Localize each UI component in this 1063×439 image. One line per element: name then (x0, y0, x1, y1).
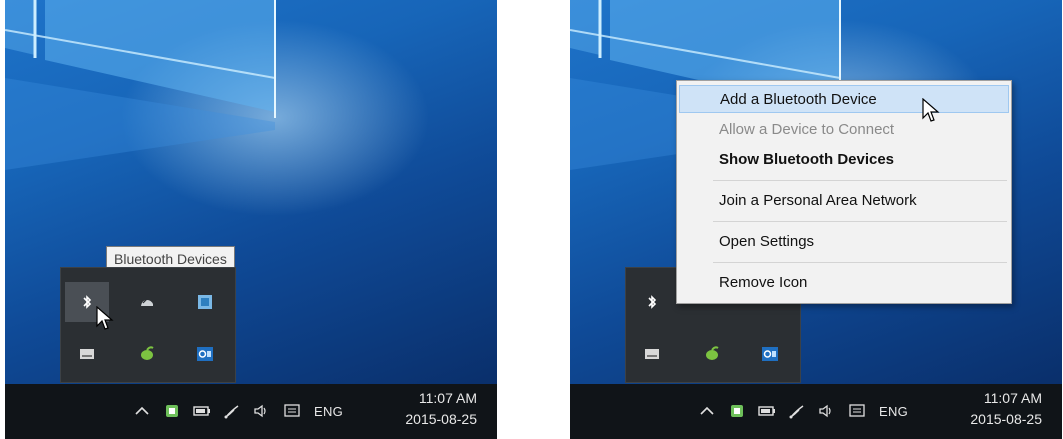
menu-item-join-personal-area-network[interactable]: Join a Personal Area Network (679, 187, 1009, 215)
menu-item-allow-device-to-connect: Allow a Device to Connect (719, 121, 895, 138)
volume-button[interactable] (250, 399, 274, 423)
tray-drive-button[interactable] (630, 334, 674, 374)
notification-icon (849, 404, 865, 417)
network-cloud-icon (141, 298, 153, 306)
battery-icon (193, 406, 210, 416)
drive-icon (645, 349, 659, 359)
bluetooth-context-menu: Add a Bluetooth Device Allow a Device to… (676, 80, 1012, 304)
left-screenshot: Bluetooth Devices ENG 11:07 AM 2015-08-2… (5, 0, 497, 439)
battery-button[interactable] (755, 399, 779, 423)
network-button[interactable] (220, 399, 244, 423)
tray-outlook-button[interactable] (748, 334, 792, 374)
clock-time: 11:07 AM (983, 390, 1042, 406)
mouse-cursor-icon (96, 306, 114, 330)
menu-separator (713, 262, 1007, 263)
taskbar-clock[interactable]: 11:07 AM 2015-08-25 (405, 388, 477, 430)
taskbar-clock[interactable]: 11:07 AM 2015-08-25 (970, 388, 1042, 430)
speaker-icon (254, 404, 266, 418)
sync-app-icon (166, 405, 178, 417)
menu-item-show-bluetooth-devices[interactable]: Show Bluetooth Devices (679, 146, 1009, 174)
clock-date: 2015-08-25 (405, 411, 477, 427)
menu-item-remove-icon[interactable]: Remove Icon (679, 269, 1009, 297)
menu-separator (713, 180, 1007, 181)
chevron-up-icon (700, 406, 714, 415)
tray-drive-button[interactable] (65, 334, 109, 374)
green-app-icon (141, 346, 154, 360)
app-tile-icon (198, 295, 212, 309)
drive-icon (80, 349, 94, 359)
show-hidden-icons-button[interactable] (695, 399, 719, 423)
right-screenshot: Add a Bluetooth Device Allow a Device to… (570, 0, 1062, 439)
battery-button[interactable] (190, 399, 214, 423)
tray-overflow-popup (60, 267, 236, 383)
menu-item-open-settings[interactable]: Open Settings (679, 228, 1009, 256)
wifi-icon (224, 405, 239, 419)
menu-separator (713, 221, 1007, 222)
sync-app-icon (731, 405, 743, 417)
tray-green-app-button[interactable] (690, 334, 734, 374)
outlook-icon (197, 347, 213, 361)
clock-date: 2015-08-25 (970, 411, 1042, 427)
outlook-icon (762, 347, 778, 361)
bluetooth-icon (648, 295, 657, 309)
taskbar-tray: ENG (130, 394, 343, 428)
input-language[interactable]: ENG (879, 404, 908, 419)
green-app-icon (706, 346, 719, 360)
menu-item-add-bluetooth-device[interactable]: Add a Bluetooth Device (679, 85, 1009, 113)
network-button[interactable] (785, 399, 809, 423)
battery-icon (758, 406, 775, 416)
wifi-icon (789, 405, 804, 419)
bluetooth-icon (83, 295, 92, 309)
taskbar-tray: ENG (695, 394, 908, 428)
mouse-cursor-icon (922, 98, 940, 122)
action-center-button[interactable] (280, 399, 304, 423)
tray-app-button[interactable] (160, 399, 184, 423)
chevron-up-icon (135, 406, 149, 415)
volume-button[interactable] (815, 399, 839, 423)
tray-app-tile-button[interactable] (183, 282, 227, 322)
show-hidden-icons-button[interactable] (130, 399, 154, 423)
input-language[interactable]: ENG (314, 404, 343, 419)
tray-green-app-button[interactable] (125, 334, 169, 374)
clock-time: 11:07 AM (418, 390, 477, 406)
notification-icon (284, 404, 300, 417)
speaker-icon (819, 404, 831, 418)
action-center-button[interactable] (845, 399, 869, 423)
tray-outlook-button[interactable] (183, 334, 227, 374)
tray-bluetooth-button[interactable] (630, 282, 674, 322)
tray-network-cloud-button[interactable] (125, 282, 169, 322)
tray-app-button[interactable] (725, 399, 749, 423)
